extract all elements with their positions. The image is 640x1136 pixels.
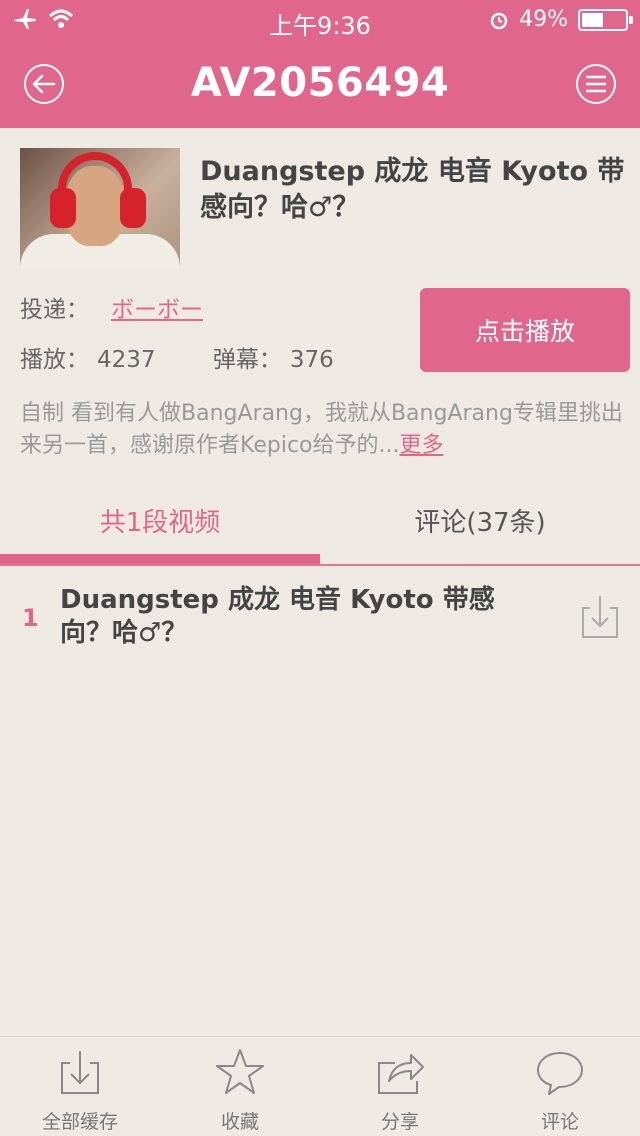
- tab-episodes[interactable]: 共1段视频: [0, 490, 320, 556]
- uploader-label: 投递：: [20, 297, 89, 323]
- circle-menu-icon: [586, 75, 606, 93]
- episode-row[interactable]: 1 Duangstep 成龙 电音 Kyoto 带感向？哈♂？: [0, 580, 640, 660]
- headphone-cup-left: [50, 188, 76, 228]
- star-icon: [216, 1049, 264, 1094]
- video-description: 自制 看到有人做BangArang，我就从BangArang专辑里挑出来另一首，…: [20, 398, 624, 462]
- plays-count: 4237: [97, 347, 156, 373]
- battery-icon: [578, 8, 633, 31]
- comment-button[interactable]: 评论: [480, 1037, 640, 1136]
- headphone-cup-right: [120, 188, 146, 228]
- share-label: 分享: [380, 1111, 419, 1133]
- download-icon: [61, 1051, 99, 1094]
- video-detail-screen: 上午9:36 49% AV2056494 Duangstep 成龙 电音 Kyo…: [0, 0, 640, 1136]
- top-bar: 上午9:36 49% AV2056494: [0, 0, 640, 128]
- alarm-icon: [490, 12, 508, 29]
- description-text: 自制 看到有人做BangArang，我就从BangArang专辑里挑出来另一首，…: [20, 401, 623, 458]
- tab-comments[interactable]: 评论(37条): [320, 490, 640, 556]
- favorite-label: 收藏: [220, 1111, 259, 1133]
- cache-all-label: 全部缓存: [41, 1111, 118, 1133]
- cache-all-button[interactable]: 全部缓存: [0, 1037, 160, 1136]
- battery-percent: 49%: [519, 7, 568, 32]
- uploader-row: 投递： ボーボー: [20, 290, 203, 324]
- menu-button[interactable]: [576, 64, 616, 104]
- active-tab-indicator: [0, 554, 320, 564]
- more-link[interactable]: 更多: [399, 433, 443, 458]
- page-title: AV2056494: [190, 60, 450, 106]
- stats-row: 播放： 4237 弹幕： 376: [20, 340, 334, 374]
- headphone-band: [58, 152, 132, 192]
- danmu-count: 376: [289, 347, 334, 373]
- status-bar: 上午9:36 49%: [0, 0, 640, 40]
- play-button[interactable]: 点击播放: [420, 288, 630, 372]
- share-button[interactable]: 分享: [320, 1037, 480, 1136]
- episode-number: 1: [22, 604, 39, 632]
- bottom-toolbar: 全部缓存 收藏 分享 评论: [0, 1036, 640, 1136]
- danmu-label: 弹幕：: [212, 347, 282, 373]
- share-icon: [378, 1054, 424, 1094]
- episode-title: Duangstep 成龙 电音 Kyoto 带感向？哈♂？: [60, 585, 495, 648]
- video-thumbnail[interactable]: [20, 148, 180, 268]
- tab-bar: 共1段视频 评论(37条): [0, 490, 640, 566]
- favorite-button[interactable]: 收藏: [160, 1037, 320, 1136]
- plays-label: 播放：: [20, 347, 89, 373]
- tab-divider: [0, 564, 640, 566]
- video-title: Duangstep 成龙 电音 Kyoto 带感向？哈♂？: [200, 156, 625, 223]
- battery-fill: [582, 12, 603, 27]
- comment-label: 评论: [540, 1111, 579, 1133]
- comment-icon: [537, 1052, 583, 1095]
- status-right: 49%: [489, 7, 633, 32]
- uploader-link[interactable]: ボーボー: [111, 297, 203, 323]
- download-icon[interactable]: [580, 594, 620, 640]
